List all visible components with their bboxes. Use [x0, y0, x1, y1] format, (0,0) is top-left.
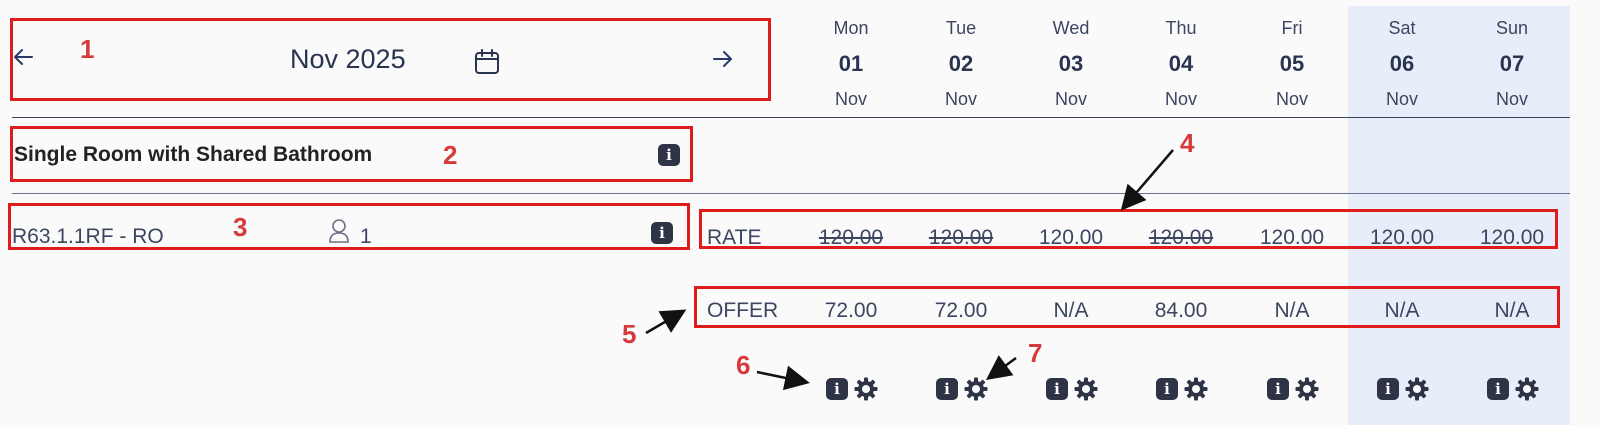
day-info-icon[interactable]: i	[1046, 378, 1068, 400]
day-name: Sun	[1495, 18, 1529, 38]
arrow-7	[985, 355, 1017, 380]
gear-icon[interactable]	[964, 377, 988, 401]
day-name: Thu	[1165, 18, 1197, 38]
day-info-icon[interactable]: i	[1487, 378, 1509, 400]
annotation-label-5: 5	[622, 319, 637, 349]
day-number: 06	[1389, 51, 1415, 76]
annotation-box-4	[699, 209, 1558, 249]
day-column-thu[interactable]: Thu 04 Nov	[1126, 18, 1236, 110]
day-column-sat[interactable]: Sat 06 Nov	[1347, 18, 1457, 110]
day-number: 07	[1499, 51, 1525, 76]
annotation-label-6: 6	[736, 350, 751, 380]
header-divider	[12, 117, 1570, 118]
annotation-label-1: 1	[80, 34, 95, 64]
day-name: Wed	[1052, 18, 1090, 38]
gear-icon[interactable]	[1405, 377, 1429, 401]
day-month: Nov	[834, 89, 867, 109]
day-info-icon[interactable]: i	[1267, 378, 1289, 400]
annotation-box-1	[10, 18, 771, 101]
day-month: Nov	[1164, 89, 1197, 109]
day-info-icon[interactable]: i	[1377, 378, 1399, 400]
annotation-label-7: 7	[1028, 338, 1043, 368]
day-name: Mon	[833, 18, 869, 38]
day-month: Nov	[1385, 89, 1418, 109]
day-column-mon[interactable]: Mon 01 Nov	[796, 18, 906, 110]
day-month: Nov	[944, 89, 977, 109]
day-column-fri[interactable]: Fri 05 Nov	[1237, 18, 1347, 110]
day-info-icon[interactable]: i	[936, 378, 958, 400]
annotation-box-5	[694, 286, 1560, 328]
day-info-icon[interactable]: i	[826, 378, 848, 400]
gear-icon[interactable]	[1074, 377, 1098, 401]
arrow-4	[1120, 149, 1174, 211]
arrow-5	[645, 309, 687, 335]
gear-icon[interactable]	[854, 377, 878, 401]
day-month: Nov	[1054, 89, 1087, 109]
room-divider	[12, 193, 1570, 194]
gear-icon[interactable]	[1515, 377, 1539, 401]
arrow-6	[756, 365, 810, 391]
annotation-label-4: 4	[1180, 128, 1195, 158]
day-info-icon[interactable]: i	[1156, 378, 1178, 400]
annotation-box-2	[10, 126, 693, 182]
day-number: 01	[838, 51, 864, 76]
day-month: Nov	[1495, 89, 1528, 109]
day-column-wed[interactable]: Wed 03 Nov	[1016, 18, 1126, 110]
annotation-label-3: 3	[233, 212, 248, 242]
annotation-label-2: 2	[443, 140, 458, 170]
gear-icon[interactable]	[1295, 377, 1319, 401]
day-number: 05	[1279, 51, 1305, 76]
day-number: 04	[1168, 51, 1194, 76]
gear-icon[interactable]	[1184, 377, 1208, 401]
day-column-tue[interactable]: Tue 02 Nov	[906, 18, 1016, 110]
day-name: Tue	[945, 18, 977, 38]
day-number: 02	[948, 51, 974, 76]
day-number: 03	[1058, 51, 1084, 76]
day-column-sun[interactable]: Sun 07 Nov	[1457, 18, 1567, 110]
day-month: Nov	[1275, 89, 1308, 109]
day-name: Sat	[1388, 18, 1416, 38]
annotation-box-3	[8, 203, 690, 250]
day-name: Fri	[1281, 18, 1303, 38]
